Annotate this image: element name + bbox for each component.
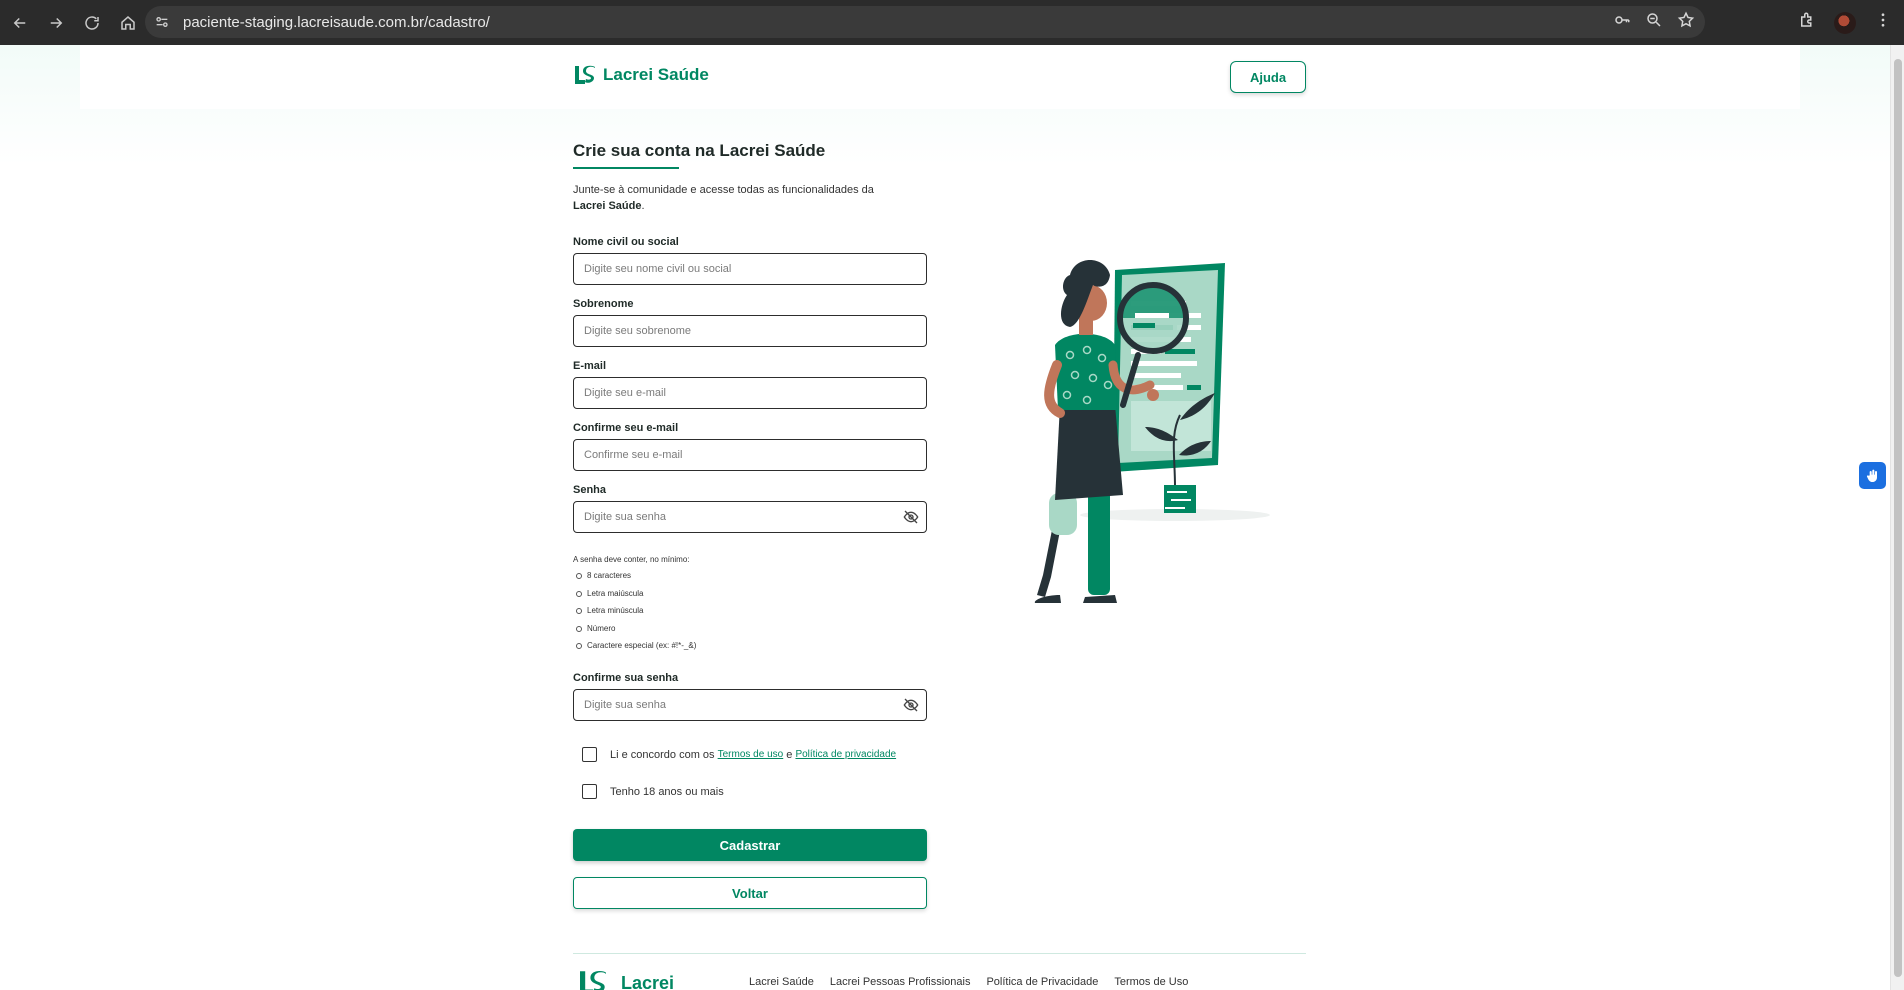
privacy-policy-link[interactable]: Política de privacidade xyxy=(795,749,896,760)
password-rule-item: Letra minúscula xyxy=(573,605,696,623)
bookmark-star-icon[interactable] xyxy=(1677,11,1695,34)
age-checkbox-row: Tenho 18 anos ou mais xyxy=(582,784,724,799)
last-name-field: Sobrenome xyxy=(573,298,928,347)
password-rule-item: Letra maiúscula xyxy=(573,588,696,606)
reload-icon[interactable] xyxy=(74,5,110,41)
signup-form: Crie sua conta na Lacrei Saúde Junte-se … xyxy=(573,141,928,533)
scrollbar-thumb[interactable] xyxy=(1894,59,1902,977)
confirm-password-label: Confirme sua senha xyxy=(573,672,679,684)
footer-link[interactable]: Lacrei Saúde xyxy=(749,976,814,988)
accessibility-widget-button[interactable] xyxy=(1859,462,1886,489)
lacrei-logo-icon xyxy=(575,65,595,84)
help-button[interactable]: Ajuda xyxy=(1230,61,1306,93)
browser-toolbar: paciente-staging.lacreisaude.com.br/cada… xyxy=(0,0,1904,45)
footer-link[interactable]: Lacrei Pessoas Profissionais xyxy=(830,976,971,988)
intro-text: Junte-se à comunidade e acesse todas as … xyxy=(573,182,903,214)
home-icon[interactable] xyxy=(110,5,146,41)
email-input[interactable] xyxy=(573,377,927,409)
site-settings-icon[interactable] xyxy=(145,14,179,30)
email-label: E-mail xyxy=(573,360,607,372)
password-input[interactable] xyxy=(573,501,927,533)
last-name-label: Sobrenome xyxy=(573,298,634,310)
confirm-email-label: Confirme seu e-mail xyxy=(573,422,679,434)
brand-name: Lacrei Saúde xyxy=(603,65,709,84)
address-bar[interactable]: paciente-staging.lacreisaude.com.br/cada… xyxy=(145,6,1705,38)
register-button[interactable]: Cadastrar xyxy=(573,829,927,861)
email-field: E-mail xyxy=(573,360,928,409)
footer-logo[interactable]: Lacrei xyxy=(573,970,674,990)
forward-icon[interactable] xyxy=(38,5,74,41)
confirm-password-input[interactable] xyxy=(573,689,927,721)
age-checkbox[interactable] xyxy=(582,784,597,799)
page-content: Lacrei Saúde Ajuda Crie sua conta na Lac… xyxy=(0,45,1890,990)
page-scrollbar[interactable] xyxy=(1890,45,1904,990)
back-button[interactable]: Voltar xyxy=(573,877,927,909)
extensions-icon[interactable] xyxy=(1798,11,1816,34)
footer-links: Lacrei Saúde Lacrei Pessoas Profissionai… xyxy=(749,976,1188,988)
brand-logo[interactable]: Lacrei Saúde xyxy=(573,65,709,85)
age-check-label: Tenho 18 anos ou mais xyxy=(610,785,724,798)
password-key-icon[interactable] xyxy=(1613,11,1631,34)
intro-suffix: . xyxy=(641,200,645,212)
eye-off-icon[interactable] xyxy=(903,509,919,525)
password-rule-item: 8 caracteres xyxy=(573,570,696,588)
more-menu-icon[interactable] xyxy=(1874,11,1892,34)
title-underline xyxy=(573,167,679,169)
zoom-icon[interactable] xyxy=(1645,11,1663,34)
confirm-email-input[interactable] xyxy=(573,439,927,471)
first-name-field: Nome civil ou social xyxy=(573,236,928,285)
intro-brand: Lacrei Saúde xyxy=(573,200,642,212)
password-rules: A senha deve conter, no mínimo: 8 caract… xyxy=(573,555,696,658)
search-illustration xyxy=(1034,260,1270,603)
footer-divider xyxy=(573,953,1306,954)
terms-checkbox[interactable] xyxy=(582,747,597,762)
footer-brand: Lacrei xyxy=(621,972,675,990)
first-name-label: Nome civil ou social xyxy=(573,236,679,248)
confirm-email-field: Confirme seu e-mail xyxy=(573,422,928,471)
password-rules-title: A senha deve conter, no mínimo: xyxy=(573,555,690,564)
password-rule-item: Caractere especial (ex: #!*-_&) xyxy=(573,640,696,658)
password-label: Senha xyxy=(573,484,607,496)
terms-of-use-link[interactable]: Termos de uso xyxy=(718,749,784,760)
url-text: paciente-staging.lacreisaude.com.br/cada… xyxy=(183,13,490,31)
terms-middle: e xyxy=(783,748,796,761)
eye-off-icon[interactable] xyxy=(903,697,919,713)
sign-language-icon xyxy=(1866,469,1877,482)
first-name-input[interactable] xyxy=(573,253,927,285)
intro-prefix: Junte-se à comunidade e acesse todas as … xyxy=(573,184,874,196)
password-rule-item: Número xyxy=(573,623,696,641)
footer-link[interactable]: Termos de Uso xyxy=(1114,976,1188,988)
last-name-input[interactable] xyxy=(573,315,927,347)
terms-checkbox-row: Li e concordo com os Termos de uso e Pol… xyxy=(582,747,896,762)
profile-avatar[interactable] xyxy=(1834,11,1856,34)
terms-prefix: Li e concordo com os xyxy=(610,748,718,761)
confirm-password-field: Confirme sua senha xyxy=(573,672,928,721)
back-icon[interactable] xyxy=(2,5,38,41)
footer-link[interactable]: Política de Privacidade xyxy=(986,976,1098,988)
page-title: Crie sua conta na Lacrei Saúde xyxy=(573,141,826,160)
password-field: Senha xyxy=(573,484,928,533)
site-header xyxy=(80,45,1800,109)
lacrei-logo-icon xyxy=(580,971,606,990)
